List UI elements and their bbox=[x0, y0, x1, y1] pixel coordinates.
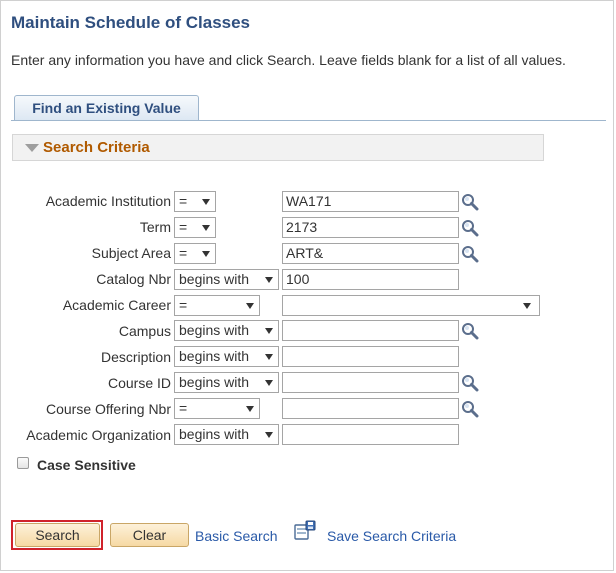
field-label-course-offering-nbr: Course Offering Nbr bbox=[45, 401, 171, 417]
clear-button[interactable]: Clear bbox=[110, 523, 189, 547]
basic-search-link[interactable]: Basic Search bbox=[195, 528, 277, 544]
operator-select-course-id[interactable]: begins with bbox=[174, 372, 279, 393]
operator-select-subject-area[interactable]: = bbox=[174, 243, 216, 264]
magnifier-icon[interactable] bbox=[461, 322, 479, 340]
operator-value: = bbox=[179, 400, 188, 416]
operator-select-term[interactable]: = bbox=[174, 217, 216, 238]
chevron-down-icon bbox=[265, 354, 273, 360]
field-label-academic-career: Academic Career bbox=[62, 297, 171, 313]
chevron-down-icon bbox=[246, 303, 254, 309]
operator-value: begins with bbox=[179, 374, 250, 390]
chevron-down-icon bbox=[265, 328, 273, 334]
chevron-down-icon bbox=[202, 225, 210, 231]
academic-career-dropdown[interactable] bbox=[282, 295, 540, 316]
campus-input[interactable] bbox=[282, 320, 459, 341]
field-label-academic-organization: Academic Organization bbox=[26, 427, 171, 443]
case-sensitive-label: Case Sensitive bbox=[37, 457, 136, 473]
magnifier-icon[interactable] bbox=[461, 400, 479, 418]
operator-value: = bbox=[179, 297, 188, 313]
instructions-text: Enter any information you have and click… bbox=[11, 52, 566, 68]
chevron-down-icon bbox=[202, 199, 210, 205]
operator-select-catalog-nbr[interactable]: begins with bbox=[174, 269, 279, 290]
chevron-down-icon bbox=[523, 303, 531, 309]
course-id-input[interactable] bbox=[282, 372, 459, 393]
chevron-down-icon bbox=[265, 380, 273, 386]
chevron-down-icon bbox=[202, 251, 210, 257]
academic-institution-input[interactable]: WA171 bbox=[282, 191, 459, 212]
field-label-subject-area: Subject Area bbox=[91, 245, 171, 261]
magnifier-icon[interactable] bbox=[461, 219, 479, 237]
search-criteria-header[interactable]: Search Criteria bbox=[12, 134, 544, 161]
operator-select-campus[interactable]: begins with bbox=[174, 320, 279, 341]
operator-select-course-offering-nbr[interactable]: = bbox=[174, 398, 260, 419]
operator-value: = bbox=[179, 193, 188, 209]
field-label-course-id: Course ID bbox=[107, 375, 171, 391]
save-search-icon[interactable] bbox=[293, 520, 317, 542]
academic-organization-input[interactable] bbox=[282, 424, 459, 445]
term-input[interactable]: 2173 bbox=[282, 217, 459, 238]
field-label-description: Description bbox=[100, 349, 171, 365]
chevron-down-icon bbox=[265, 432, 273, 438]
operator-value: = bbox=[179, 219, 188, 235]
magnifier-icon[interactable] bbox=[461, 193, 479, 211]
field-label-catalog-nbr: Catalog Nbr bbox=[96, 271, 171, 287]
operator-select-description[interactable]: begins with bbox=[174, 346, 279, 367]
magnifier-icon[interactable] bbox=[461, 245, 479, 263]
page-title: Maintain Schedule of Classes bbox=[11, 13, 251, 32]
field-label-academic-institution: Academic Institution bbox=[45, 193, 171, 209]
operator-value: begins with bbox=[179, 348, 250, 364]
search-button[interactable]: Search bbox=[15, 523, 100, 547]
case-sensitive-checkbox[interactable] bbox=[17, 457, 29, 469]
operator-value: begins with bbox=[179, 271, 250, 287]
chevron-down-icon bbox=[265, 277, 273, 283]
operator-select-academic-organization[interactable]: begins with bbox=[174, 424, 279, 445]
operator-value: begins with bbox=[179, 322, 250, 338]
field-label-term: Term bbox=[139, 219, 171, 235]
subject-area-input[interactable]: ART& bbox=[282, 243, 459, 264]
operator-select-academic-career[interactable]: = bbox=[174, 295, 260, 316]
operator-value: begins with bbox=[179, 426, 250, 442]
operator-value: = bbox=[179, 245, 188, 261]
tab-find-existing-value[interactable]: Find an Existing Value bbox=[14, 95, 199, 120]
field-label-campus: Campus bbox=[118, 323, 171, 339]
triangle-down-icon[interactable] bbox=[25, 144, 39, 152]
save-search-criteria-link[interactable]: Save Search Criteria bbox=[327, 528, 456, 544]
search-criteria-title: Search Criteria bbox=[43, 139, 150, 156]
magnifier-icon[interactable] bbox=[461, 374, 479, 392]
chevron-down-icon bbox=[246, 406, 254, 412]
description-input[interactable] bbox=[282, 346, 459, 367]
course-offering-nbr-input[interactable] bbox=[282, 398, 459, 419]
operator-select-academic-institution[interactable]: = bbox=[174, 191, 216, 212]
tab-divider bbox=[11, 120, 606, 121]
catalog-nbr-input[interactable]: 100 bbox=[282, 269, 459, 290]
